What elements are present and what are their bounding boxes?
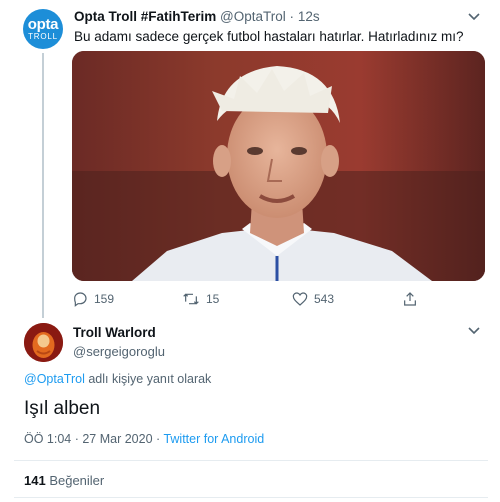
display-name[interactable]: Opta Troll #FatihTerim xyxy=(74,9,216,24)
retweet-action[interactable]: 15 xyxy=(182,291,219,307)
reply-user-handle[interactable]: @sergeigoroglu xyxy=(73,344,165,359)
tweet-meta: ÖÖ 1:04 · 27 Mar 2020 · Twitter for Andr… xyxy=(24,432,264,446)
replying-to-line: @OptaTrol adlı kişiye yanıt olarak xyxy=(24,372,211,386)
chevron-down-icon[interactable] xyxy=(468,324,480,338)
retweet-icon xyxy=(182,291,200,307)
troll-warlord-avatar[interactable] xyxy=(24,323,63,362)
tweet-text: Bu adamı sadece gerçek futbol hastaları … xyxy=(74,29,464,44)
tweet-header: Opta Troll #FatihTerim @OptaTrol · 12s xyxy=(74,9,320,24)
likes-count: 141 xyxy=(24,473,46,488)
reply-display-name[interactable]: Troll Warlord xyxy=(73,325,156,340)
like-icon xyxy=(292,291,308,307)
tweet-source-link[interactable]: Twitter for Android xyxy=(163,432,264,446)
share-icon xyxy=(402,291,418,307)
likes-summary[interactable]: 141 Beğeniler xyxy=(24,473,104,488)
tweet-time[interactable]: 12s xyxy=(298,9,320,24)
like-action[interactable]: 543 xyxy=(292,291,334,307)
thread-connector-line xyxy=(42,53,44,318)
likes-label: Beğeniler xyxy=(45,473,105,488)
opta-troll-avatar[interactable]: opta TROLL xyxy=(23,9,63,49)
divider xyxy=(14,460,488,461)
replying-to-label: adlı kişiye yanıt olarak xyxy=(84,372,212,386)
divider xyxy=(14,497,488,498)
tweet-photo[interactable] xyxy=(72,51,485,281)
share-action[interactable] xyxy=(402,291,418,307)
reply-action[interactable]: 159 xyxy=(72,291,114,307)
reply-count: 159 xyxy=(94,292,115,306)
avatar-text-troll: TROLL xyxy=(28,32,58,41)
retweet-count: 15 xyxy=(206,292,220,306)
chevron-down-icon[interactable] xyxy=(468,10,480,24)
user-handle[interactable]: @OptaTrol xyxy=(220,9,286,24)
separator-dot: · xyxy=(289,9,295,24)
replying-to-link[interactable]: @OptaTrol xyxy=(24,372,85,386)
avatar-text-opta: opta xyxy=(27,16,59,33)
tweet-timestamp[interactable]: ÖÖ 1:04 · 27 Mar 2020 · xyxy=(24,432,163,446)
like-count: 543 xyxy=(314,292,335,306)
reply-text: Işıl alben xyxy=(24,398,101,419)
reply-icon xyxy=(72,291,88,307)
